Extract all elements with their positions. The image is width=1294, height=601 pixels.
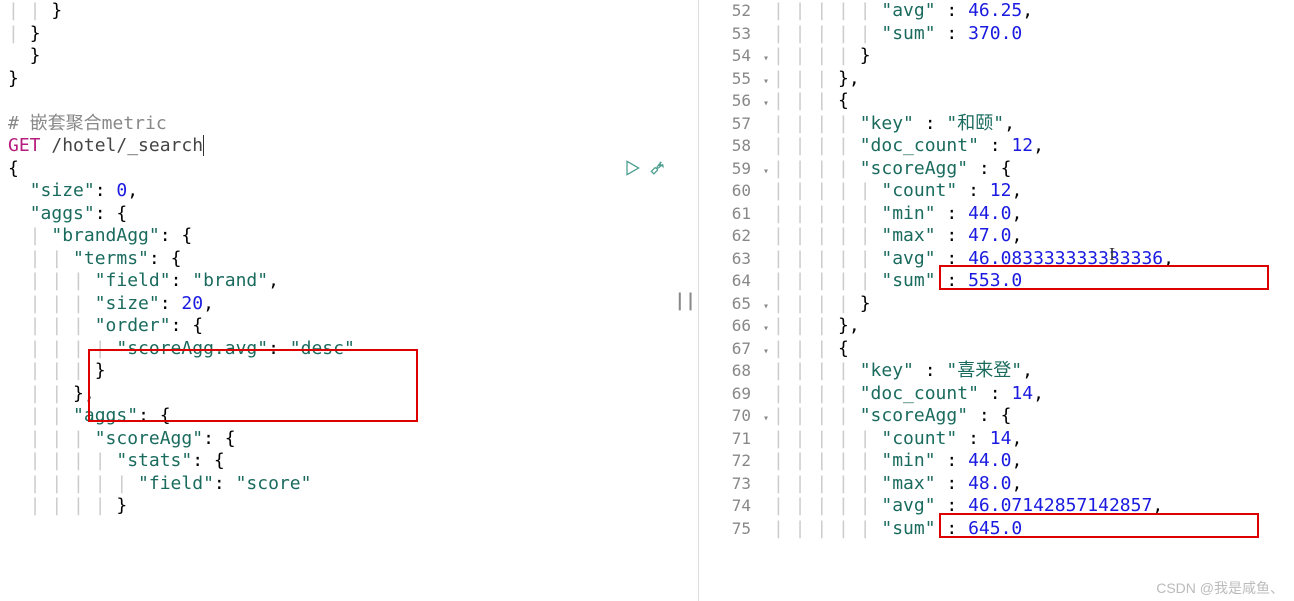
response-line: | | | | | "min" : 44.0, (759, 450, 1294, 473)
response-line: ▾| | | }, (759, 68, 1294, 91)
code-line: | | | "scoreAgg": { (0, 428, 698, 451)
gutter-line: 73 (699, 473, 751, 496)
request-line: GET /hotel/_search (0, 135, 698, 158)
response-line: | | | | | "sum" : 645.0 (759, 518, 1294, 541)
gutter-line: 64 (699, 270, 751, 293)
code-line: } (0, 68, 698, 91)
code-line: | "brandAgg": { (0, 225, 698, 248)
gutter-line: 56 (699, 90, 751, 113)
response-line: ▾| | | { (759, 90, 1294, 113)
code-line: | | | | | "field": "score" (0, 473, 698, 496)
response-line: | | | | | "sum" : 370.0 (759, 23, 1294, 46)
response-line: | | | | "doc_count" : 12, (759, 135, 1294, 158)
response-line: ▾| | | | } (759, 293, 1294, 316)
gutter-line: 58 (699, 135, 751, 158)
watermark-text: CSDN @我是咸鱼、 (1156, 578, 1284, 598)
comment-line: # 嵌套聚合metric (8, 113, 167, 134)
response-line: | | | | | "max" : 48.0, (759, 473, 1294, 496)
response-line: | | | | | "max" : 47.0, (759, 225, 1294, 248)
gutter-line: 72 (699, 450, 751, 473)
code-line: } (0, 45, 698, 68)
response-line: | | | | | "avg" : 46.083333333333336, (759, 248, 1294, 271)
code-line: | | | | } (0, 495, 698, 518)
response-viewer-pane[interactable]: 5253545556575859606162636465666768697071… (698, 0, 1294, 601)
code-line: | | "aggs": { (0, 405, 698, 428)
response-line: ▾| | | }, (759, 315, 1294, 338)
http-path: /hotel/_search (41, 135, 204, 156)
tool-wrench-icon[interactable] (648, 158, 668, 183)
gutter-line: 53 (699, 23, 751, 46)
code-line: # 嵌套聚合metric (0, 113, 698, 136)
code-line: { (0, 158, 698, 181)
line-gutter: 5253545556575859606162636465666768697071… (699, 0, 759, 601)
response-line: | | | | "key" : "和颐", (759, 113, 1294, 136)
request-actions (622, 158, 668, 183)
gutter-line: 74 (699, 495, 751, 518)
gutter-line: 60 (699, 180, 751, 203)
code-line: | | | "field": "brand", (0, 270, 698, 293)
gutter-line: 52 (699, 0, 751, 23)
gutter-line: 62 (699, 225, 751, 248)
response-line: | | | | | "sum" : 553.0 (759, 270, 1294, 293)
response-line: | | | | | "count" : 14, (759, 428, 1294, 451)
gutter-line: 70 (699, 405, 751, 428)
fold-toggle-icon (759, 521, 773, 544)
response-line: | | | | | "avg" : 46.25, (759, 0, 1294, 23)
code-line: | } (0, 23, 698, 46)
gutter-line: 65 (699, 293, 751, 316)
code-line (0, 90, 698, 113)
code-line: | | } (0, 0, 698, 23)
code-line: | | "terms": { (0, 248, 698, 271)
gutter-line: 63 (699, 248, 751, 271)
code-line: | | | } (0, 360, 698, 383)
gutter-line: 57 (699, 113, 751, 136)
gutter-line: 67 (699, 338, 751, 361)
run-request-icon[interactable] (622, 158, 642, 183)
response-line: ▾| | | | } (759, 45, 1294, 68)
gutter-line: 55 (699, 68, 751, 91)
code-line: | | | | "stats": { (0, 450, 698, 473)
code-line: | | | "order": { (0, 315, 698, 338)
code-line: "aggs": { (0, 203, 698, 226)
response-line: | | | | | "count" : 12, (759, 180, 1294, 203)
response-line: | | | | "key" : "喜来登", (759, 360, 1294, 383)
response-line: | | | | "doc_count" : 14, (759, 383, 1294, 406)
response-line: ▾| | | | "scoreAgg" : { (759, 158, 1294, 181)
gutter-line: 71 (699, 428, 751, 451)
code-line: | | }, (0, 383, 698, 406)
response-line: | | | | | "min" : 44.0, (759, 203, 1294, 226)
gutter-line: 66 (699, 315, 751, 338)
request-editor-pane[interactable]: | | } | } } } # 嵌套聚合metric GET /hotel/_s… (0, 0, 698, 601)
http-method: GET (8, 135, 41, 156)
response-line: ▾| | | { (759, 338, 1294, 361)
gutter-line: 68 (699, 360, 751, 383)
gutter-line: 61 (699, 203, 751, 226)
code-line: "size": 0, (0, 180, 698, 203)
response-line: | | | | | "avg" : 46.07142857142857, (759, 495, 1294, 518)
gutter-line: 54 (699, 45, 751, 68)
response-line: ▾| | | | "scoreAgg" : { (759, 405, 1294, 428)
code-line: | | | "size": 20, (0, 293, 698, 316)
gutter-line: 59 (699, 158, 751, 181)
response-code[interactable]: I | | | | | "avg" : 46.25, | | | | | "su… (759, 0, 1294, 601)
pane-divider-handle[interactable]: || (674, 290, 696, 311)
code-line: | | | | "scoreAgg.avg": "desc" (0, 338, 698, 361)
code-area[interactable]: | | } | } } } # 嵌套聚合metric GET /hotel/_s… (0, 0, 698, 518)
gutter-line: 69 (699, 383, 751, 406)
text-cursor-icon: I (1109, 243, 1115, 266)
gutter-line: 75 (699, 518, 751, 541)
